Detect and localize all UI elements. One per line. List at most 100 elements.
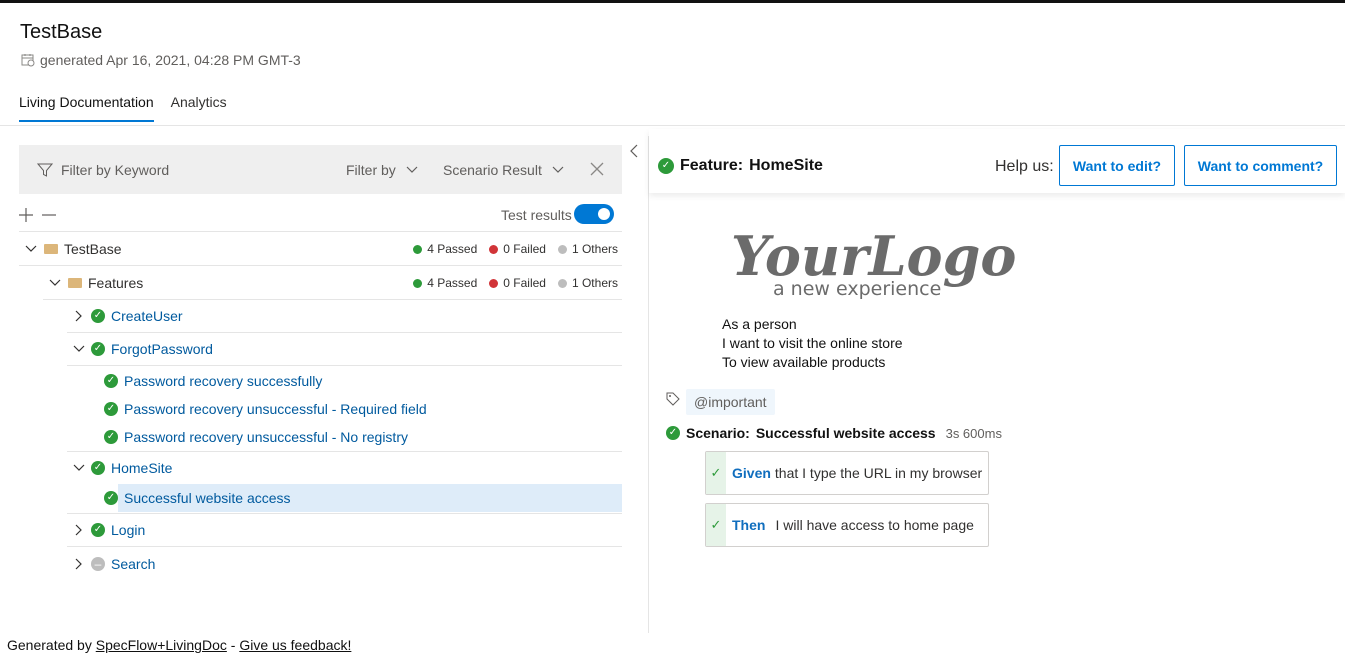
- tree-row-forgotpassword[interactable]: ✓ ForgotPassword: [67, 333, 622, 366]
- others-stat: 1 Others: [557, 242, 618, 256]
- want-to-comment-button[interactable]: Want to comment?: [1184, 145, 1337, 186]
- filter-by-dropdown[interactable]: Filter by: [346, 145, 418, 194]
- chevron-right-icon: [75, 558, 82, 569]
- tree-tools: Test results: [19, 204, 622, 232]
- tree-row-search[interactable]: – Search: [67, 547, 622, 580]
- description-line: To view available products: [722, 354, 886, 370]
- tree-row-features[interactable]: Features 4 Passed 0 Failed 1 Others: [43, 267, 622, 300]
- tree-row-login[interactable]: ✓ Login: [67, 513, 622, 547]
- test-results-toggle[interactable]: [574, 204, 614, 224]
- check-circle-icon: ✓: [91, 309, 105, 323]
- scenario-name: Successful website access: [755, 425, 936, 441]
- specflow-link[interactable]: SpecFlow+LivingDoc: [96, 637, 227, 653]
- help-us-label: Help us:: [995, 158, 1054, 175]
- tab-living-documentation[interactable]: Living Documentation: [19, 94, 154, 122]
- chevron-left-icon[interactable]: [629, 144, 639, 158]
- tag-important[interactable]: @important: [686, 389, 775, 415]
- tree-panel: Filter by Keyword Filter by Scenario Res…: [0, 126, 640, 636]
- feature-header: ✓ Feature: HomeSite Help us: Want to edi…: [649, 129, 1345, 193]
- failed-dot: [489, 244, 499, 254]
- chevron-right-icon: [75, 310, 82, 322]
- failed-count: 0 Failed: [503, 276, 546, 290]
- tree-row-label: Password recovery successfully: [124, 373, 323, 389]
- description-line: As a person: [722, 316, 797, 332]
- passed-count: 4 Passed: [427, 242, 478, 256]
- scenario-result-label: Scenario Result: [443, 161, 542, 178]
- step-text: that I type the URL in my browser: [774, 465, 983, 481]
- feature-prefix: Feature:: [680, 157, 744, 174]
- tree-row-testbase[interactable]: TestBase 4 Passed 0 Failed 1 Others: [19, 233, 622, 266]
- passed-dot: [413, 278, 423, 288]
- tree-row-label: HomeSite: [111, 460, 173, 476]
- calendar-icon: [21, 54, 35, 67]
- tree-row-scenario[interactable]: ✓ Password recovery unsuccessful - Requi…: [104, 395, 622, 423]
- minus-circle-icon: –: [91, 556, 105, 571]
- test-results-label: Test results: [501, 207, 572, 223]
- failed-stat: 0 Failed: [489, 242, 546, 256]
- folder-icon: [68, 278, 82, 288]
- others-count: 1 Others: [571, 276, 618, 290]
- feedback-link[interactable]: Give us feedback!: [239, 637, 351, 653]
- description-line: I want to visit the online store: [722, 335, 903, 351]
- scenario-duration: 3s 600ms: [945, 425, 1002, 441]
- scenario-header: ✓ Scenario: Successful website access 3s…: [666, 425, 1002, 441]
- company-logo: YourLogo a new experience: [731, 224, 1016, 300]
- others-dot: [557, 278, 567, 288]
- tab-bar: Living Documentation Analytics: [19, 94, 227, 122]
- app-title: TestBase: [20, 21, 103, 43]
- scenario-prefix: Scenario:: [686, 425, 750, 441]
- step-given: ✓ Given that I type the URL in my browse…: [705, 451, 989, 495]
- check-circle-icon: ✓: [104, 374, 118, 388]
- root-stats: 4 Passed 0 Failed 1 Others: [413, 242, 618, 256]
- logo-sub-text: a new experience: [773, 278, 941, 300]
- step-text: I will have access to home page: [775, 517, 974, 533]
- chevron-right-icon: [75, 524, 82, 536]
- chevron-down-icon: [73, 345, 85, 352]
- scenario-result-dropdown[interactable]: Scenario Result: [443, 145, 564, 194]
- folder-icon: [44, 244, 58, 254]
- filter-placeholder: Filter by Keyword: [61, 161, 170, 178]
- expand-all-icon[interactable]: [19, 208, 33, 222]
- footer-prefix: Generated by: [7, 637, 92, 653]
- check-circle-icon: ✓: [91, 342, 105, 356]
- check-circle-icon: ✓: [91, 523, 105, 537]
- chevron-down-icon: [49, 279, 61, 286]
- failed-dot: [489, 278, 499, 288]
- tab-analytics[interactable]: Analytics: [171, 94, 227, 122]
- passed-stat: 4 Passed: [413, 242, 477, 256]
- passed-stat: 4 Passed: [413, 276, 477, 290]
- failed-count: 0 Failed: [503, 242, 546, 256]
- collapse-all-icon[interactable]: [42, 208, 56, 222]
- generated-info: generated Apr 16, 2021, 04:28 PM GMT-3: [21, 52, 301, 68]
- check-circle-icon: ✓: [104, 402, 118, 416]
- chevron-down-icon: [552, 166, 564, 173]
- check-circle-icon: ✓: [104, 491, 118, 505]
- filter-bar: Filter by Keyword Filter by Scenario Res…: [19, 145, 622, 194]
- tree-row-scenario-selected[interactable]: ✓ Successful website access: [104, 484, 622, 512]
- tree-row-label: Successful website access: [118, 484, 622, 512]
- generated-text: generated Apr 16, 2021, 04:28 PM GMT-3: [40, 52, 301, 68]
- check-circle-icon: ✓: [91, 461, 105, 475]
- tag-icon: [666, 392, 680, 406]
- tree-row-scenario[interactable]: ✓ Password recovery unsuccessful - No re…: [67, 423, 622, 452]
- step-keyword: Given: [732, 465, 771, 481]
- step-then: ✓ Then I will have access to home page: [705, 503, 989, 547]
- tree-row-label: Password recovery unsuccessful - Require…: [124, 401, 427, 417]
- others-count: 1 Others: [571, 242, 618, 256]
- tree-row-scenario[interactable]: ✓ Password recovery successfully: [104, 367, 622, 395]
- passed-count: 4 Passed: [427, 276, 478, 290]
- chevron-down-icon: [25, 245, 37, 252]
- check-circle-icon: ✓: [104, 430, 118, 444]
- step-keyword: Then: [732, 517, 766, 533]
- tree-row-createuser[interactable]: ✓ CreateUser: [67, 300, 622, 333]
- tree-row-label: CreateUser: [111, 308, 183, 324]
- tree-row-label: ForgotPassword: [111, 341, 213, 357]
- tree-row-homesite[interactable]: ✓ HomeSite: [67, 452, 622, 484]
- want-to-edit-button[interactable]: Want to edit?: [1059, 145, 1175, 186]
- others-dot: [557, 244, 567, 254]
- check-icon: ✓: [706, 452, 726, 494]
- feature-panel: ✓ Feature: HomeSite Help us: Want to edi…: [649, 129, 1345, 634]
- feature-description: As a person I want to visit the online s…: [722, 315, 903, 372]
- keyword-filter-input[interactable]: Filter by Keyword: [37, 145, 169, 194]
- close-icon[interactable]: [589, 161, 605, 177]
